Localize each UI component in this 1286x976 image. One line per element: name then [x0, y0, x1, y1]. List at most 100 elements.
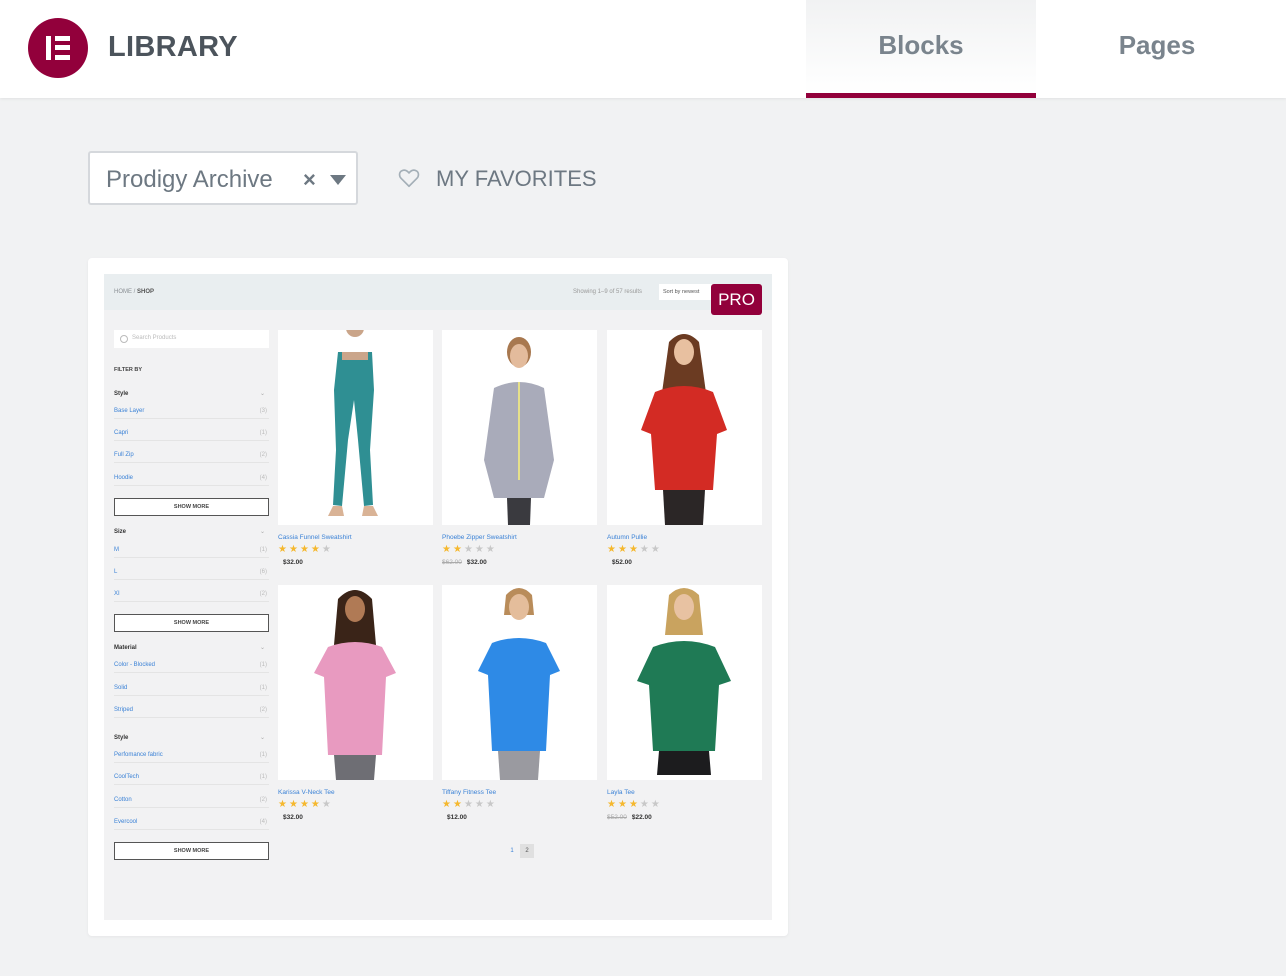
star-icon: ★	[607, 544, 618, 555]
tab-blocks[interactable]: Blocks	[806, 0, 1036, 98]
star-icon: ★	[650, 799, 662, 810]
category-select-value: Prodigy Archive	[106, 166, 273, 193]
product-name: Phoebe Zipper Sweatshirt	[442, 534, 517, 541]
star-icon: ★	[485, 799, 497, 810]
star-icon: ★	[442, 799, 453, 810]
tab-pages[interactable]: Pages	[1042, 0, 1272, 98]
filter-item: Base Layer (3)	[114, 408, 269, 419]
show-more-button: SHOW MORE	[114, 842, 269, 860]
star-icon: ★	[617, 544, 629, 555]
product-image	[607, 330, 762, 525]
star-rating: ★★★★★	[442, 800, 597, 810]
star-icon: ★	[452, 544, 464, 555]
product-image	[278, 330, 433, 525]
star-rating: ★★★★★	[607, 545, 762, 555]
show-more-button: SHOW MORE	[114, 614, 269, 632]
star-icon: ★	[463, 544, 475, 555]
star-icon: ★	[442, 544, 453, 555]
product-image	[442, 585, 597, 780]
product-card: Cassia Funnel Sweatshirt ★★★★★ $32.00	[278, 330, 433, 566]
results-count: Showing 1–9 of 57 results	[573, 289, 643, 295]
filter-item: Solid (1)	[114, 685, 269, 696]
product-name: Tiffany Fitness Tee	[442, 789, 497, 796]
category-select[interactable]: Prodigy Archive ×	[88, 151, 358, 205]
star-rating: ★★★★★	[607, 800, 762, 810]
product-price: $12.00	[447, 814, 467, 821]
filter-item: Perfomance fabric (1)	[114, 752, 269, 763]
product-name: Karissa V-Neck Tee	[278, 789, 335, 796]
product-card: Layla Tee ★★★★★ $52.00 $22.00	[607, 585, 762, 821]
product-name: Cassia Funnel Sweatshirt	[278, 534, 352, 541]
product-price: $62.00 $32.00	[442, 559, 487, 566]
filter-item: XI (2)	[114, 591, 269, 602]
filter-group-heading: Style ⌄	[114, 735, 265, 741]
star-icon: ★	[474, 799, 486, 810]
star-rating: ★★★★★	[278, 545, 433, 555]
product-card: Autumn Pullie ★★★★★ $52.00	[607, 330, 762, 566]
star-icon: ★	[288, 799, 300, 810]
star-icon: ★	[607, 799, 618, 810]
filter-item: CoolTech (1)	[114, 774, 269, 785]
search-icon	[120, 335, 128, 343]
my-favorites-filter[interactable]: MY FAVORITES	[398, 164, 598, 194]
heart-icon	[398, 169, 420, 188]
product-card: Phoebe Zipper Sweatshirt ★★★★★ $62.00 $32…	[442, 330, 597, 566]
star-icon: ★	[299, 544, 311, 555]
template-card[interactable]: HOME / SHOP Showing 1–9 of 57 results So…	[88, 258, 788, 936]
star-icon: ★	[278, 799, 289, 810]
star-icon: ★	[463, 799, 475, 810]
chevron-down-icon[interactable]	[330, 175, 346, 185]
star-icon: ★	[321, 799, 333, 810]
elementor-logo-icon	[28, 18, 88, 78]
filter-item: Full Zip (2)	[114, 452, 269, 463]
product-image	[607, 585, 762, 780]
sort-select: Sort by newest	[659, 284, 714, 300]
product-image	[278, 585, 433, 780]
product-price: $52.00	[612, 559, 632, 566]
star-icon: ★	[639, 799, 651, 810]
filter-item: Capri (1)	[114, 430, 269, 441]
library-header: LIBRARY Blocks Pages	[0, 0, 1286, 98]
star-icon: ★	[628, 799, 640, 810]
filter-item: Striped (2)	[114, 707, 269, 718]
pagination-page-1: 1	[510, 848, 514, 854]
star-icon: ★	[321, 544, 333, 555]
product-card: Karissa V-Neck Tee ★★★★★ $32.00	[278, 585, 433, 821]
product-image	[442, 330, 597, 525]
clear-selection-icon[interactable]: ×	[303, 167, 316, 193]
product-price: $52.00 $22.00	[607, 814, 652, 821]
pagination-page-2: 2	[520, 844, 534, 858]
filter-group-heading: Material ⌄	[114, 645, 265, 651]
filter-item: L (6)	[114, 569, 269, 580]
product-price: $32.00	[283, 814, 303, 821]
product-name: Layla Tee	[607, 789, 635, 796]
breadcrumb: HOME / SHOP	[114, 289, 155, 295]
star-icon: ★	[288, 544, 300, 555]
library-title: LIBRARY	[108, 31, 238, 63]
search-input: Search Products	[114, 330, 269, 348]
filter-group-heading: Style ⌄	[114, 391, 265, 397]
filter-item: M (1)	[114, 547, 269, 558]
star-rating: ★★★★★	[278, 800, 433, 810]
star-rating: ★★★★★	[442, 545, 597, 555]
star-icon: ★	[474, 544, 486, 555]
star-icon: ★	[617, 799, 629, 810]
pro-badge: PRO	[711, 284, 762, 315]
filter-group-heading: Size ⌄	[114, 529, 265, 535]
star-icon: ★	[628, 544, 640, 555]
star-icon: ★	[485, 544, 497, 555]
product-price: $32.00	[283, 559, 303, 566]
filter-item: Hoodie (4)	[114, 475, 269, 486]
product-card: Tiffany Fitness Tee ★★★★★ $12.00	[442, 585, 597, 821]
product-name: Autumn Pullie	[607, 534, 648, 541]
star-icon: ★	[278, 544, 289, 555]
my-favorites-label: MY FAVORITES	[436, 166, 597, 191]
star-icon: ★	[310, 799, 322, 810]
filter-item: Cotton (2)	[114, 797, 269, 808]
star-icon: ★	[650, 544, 662, 555]
star-icon: ★	[310, 544, 322, 555]
template-preview: HOME / SHOP Showing 1–9 of 57 results So…	[104, 274, 772, 920]
filter-item: Evercool (4)	[114, 819, 269, 830]
filter-by-heading: FILTER BY	[114, 367, 143, 373]
show-more-button: SHOW MORE	[114, 498, 269, 516]
